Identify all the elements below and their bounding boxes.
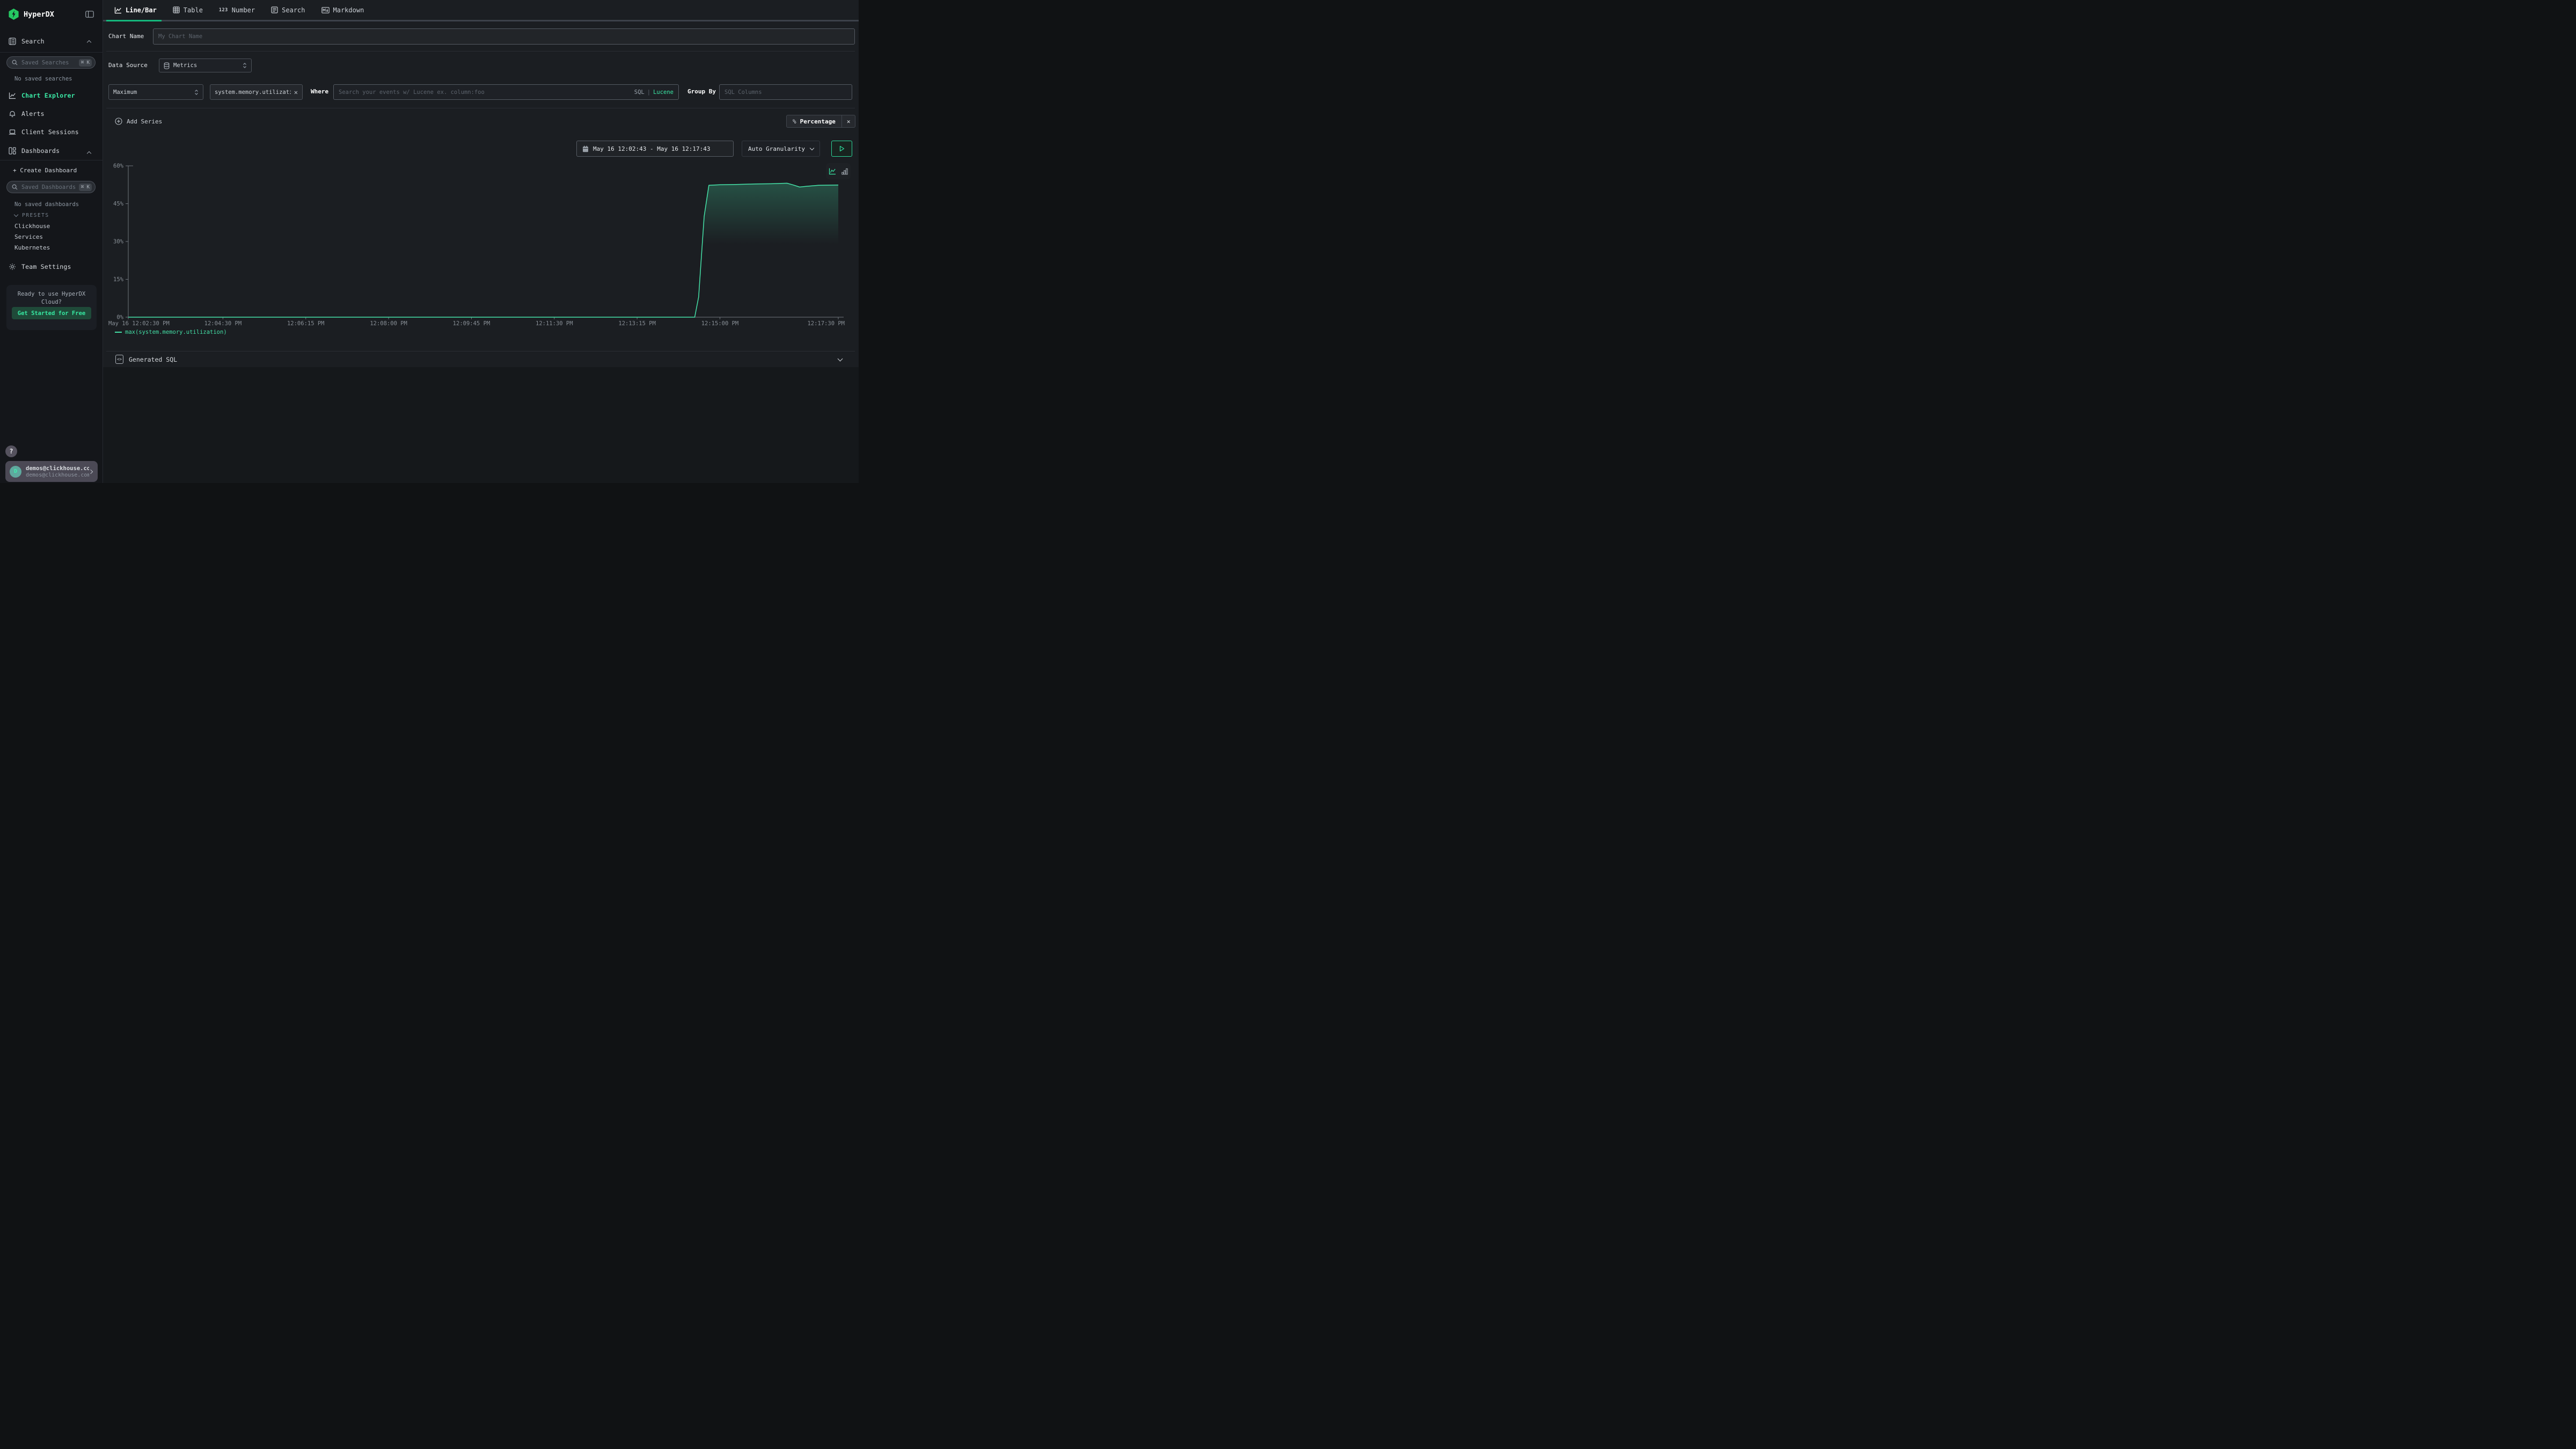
get-started-button[interactable]: Get Started for Free	[12, 307, 91, 319]
no-saved-searches-text: No saved searches	[14, 76, 72, 82]
chevron-right-icon	[89, 469, 93, 473]
chevron-up-icon	[87, 151, 91, 156]
cloud-promo-card: Ready to use HyperDX Cloud? Get Started …	[6, 285, 97, 330]
main-content: Line/Bar Table 123 Number	[103, 0, 859, 483]
code-icon: <>	[115, 355, 123, 364]
no-saved-dashboards-text: No saved dashboards	[14, 201, 79, 208]
saved-dashboards-placeholder: Saved Dashboards	[21, 184, 79, 191]
sidebar-item-dashboards[interactable]: Dashboards	[0, 144, 103, 157]
search-icon	[12, 60, 18, 65]
hyperdx-logo-icon	[9, 9, 19, 21]
search-section-icon	[9, 38, 17, 45]
line-chart-icon	[9, 92, 17, 99]
search-icon	[12, 184, 18, 190]
chevron-down-icon[interactable]	[838, 356, 843, 362]
app-window: HyperDX Search Saved Searches ⌘ K	[0, 0, 859, 483]
svg-text:60%: 60%	[113, 163, 124, 170]
generated-sql-label: Generated SQL	[129, 356, 177, 363]
svg-text:30%: 30%	[113, 239, 124, 245]
svg-text:0%: 0%	[116, 314, 123, 321]
presets-label: PRESETS	[22, 213, 49, 218]
svg-text:12:15:00 PM: 12:15:00 PM	[701, 320, 739, 327]
saved-searches-input[interactable]: Saved Searches ⌘ K	[6, 56, 96, 69]
svg-text:12:11:30 PM: 12:11:30 PM	[536, 320, 573, 327]
svg-text:12:13:15 PM: 12:13:15 PM	[618, 320, 656, 327]
chevron-up-icon	[87, 40, 91, 45]
user-menu[interactable]: D demos@clickhouse.com demos@clickhouse.…	[5, 461, 98, 482]
bell-icon	[9, 110, 17, 118]
help-button[interactable]: ?	[5, 445, 17, 457]
legend-line-swatch	[115, 332, 122, 333]
sidebar-item-label: Dashboards	[21, 147, 60, 155]
user-email: demos@clickhouse.com	[26, 465, 89, 472]
preset-item-clickhouse[interactable]: Clickhouse	[14, 223, 50, 230]
dashboard-grid-icon	[9, 147, 17, 155]
user-team: demos@clickhouse.com's	[26, 472, 89, 478]
line-style-icon[interactable]	[829, 167, 836, 175]
svg-text:12:06:15 PM: 12:06:15 PM	[287, 320, 325, 327]
svg-text:15%: 15%	[113, 276, 124, 283]
sidebar-item-client-sessions[interactable]: Client Sessions	[0, 126, 103, 138]
sidebar-item-label: Team Settings	[21, 263, 71, 270]
preset-item-kubernetes[interactable]: Kubernetes	[14, 244, 50, 251]
svg-text:12:04:30 PM: 12:04:30 PM	[204, 320, 242, 327]
section-divider	[106, 351, 855, 352]
chart-svg: 0% 15% 30% 45% 60% May 16 12:02:30 PM 12:04:30…	[103, 0, 859, 354]
cloud-promo-line1: Ready to use HyperDX	[6, 290, 97, 298]
svg-text:May 16 12:02:30 PM: May 16 12:02:30 PM	[108, 320, 170, 327]
shortcut-badge: ⌘ K	[79, 184, 92, 191]
sidebar-item-label: Chart Explorer	[21, 92, 75, 99]
chart-legend[interactable]: max(system.memory.utilization)	[115, 329, 227, 335]
chart-canvas[interactable]: 0% 15% 30% 45% 60% May 16 12:02:30 PM 12:04:30…	[103, 0, 859, 354]
sidebar-item-search[interactable]: Search	[0, 35, 103, 48]
sidebar-item-label: Client Sessions	[21, 128, 79, 136]
chart-builder-panel: Line/Bar Table 123 Number	[103, 0, 859, 367]
svg-text:12:17:30 PM: 12:17:30 PM	[807, 320, 845, 327]
laptop-icon	[9, 128, 17, 136]
presets-section-toggle[interactable]: PRESETS	[14, 213, 49, 218]
saved-dashboards-input[interactable]: Saved Dashboards ⌘ K	[6, 181, 96, 193]
sidebar-item-label: Alerts	[21, 110, 45, 118]
app-title: HyperDX	[24, 10, 54, 19]
svg-text:12:09:45 PM: 12:09:45 PM	[453, 320, 491, 327]
sidebar: HyperDX Search Saved Searches ⌘ K	[0, 0, 103, 483]
cloud-promo-line2: Cloud?	[6, 298, 97, 306]
legend-series-label: max(system.memory.utilization)	[125, 329, 227, 335]
bar-style-icon[interactable]	[841, 168, 848, 175]
chevron-down-icon	[14, 213, 18, 217]
shortcut-badge: ⌘ K	[79, 59, 92, 67]
preset-item-services[interactable]: Services	[14, 233, 43, 240]
chart-style-toggle	[826, 163, 851, 179]
sidebar-item-chart-explorer[interactable]: Chart Explorer	[0, 89, 103, 102]
collapse-sidebar-icon[interactable]	[85, 11, 94, 19]
sidebar-item-label: Search	[21, 38, 45, 45]
saved-searches-placeholder: Saved Searches	[21, 60, 79, 66]
generated-sql-toggle[interactable]: <> Generated SQL	[115, 355, 177, 364]
svg-text:45%: 45%	[113, 201, 124, 207]
create-dashboard-button[interactable]: + Create Dashboard	[13, 167, 77, 174]
avatar: D	[10, 466, 21, 478]
gear-icon	[9, 263, 17, 270]
sidebar-divider	[0, 52, 103, 53]
sidebar-item-team-settings[interactable]: Team Settings	[0, 260, 103, 273]
sidebar-item-alerts[interactable]: Alerts	[0, 107, 103, 120]
svg-text:12:08:00 PM: 12:08:00 PM	[370, 320, 407, 327]
